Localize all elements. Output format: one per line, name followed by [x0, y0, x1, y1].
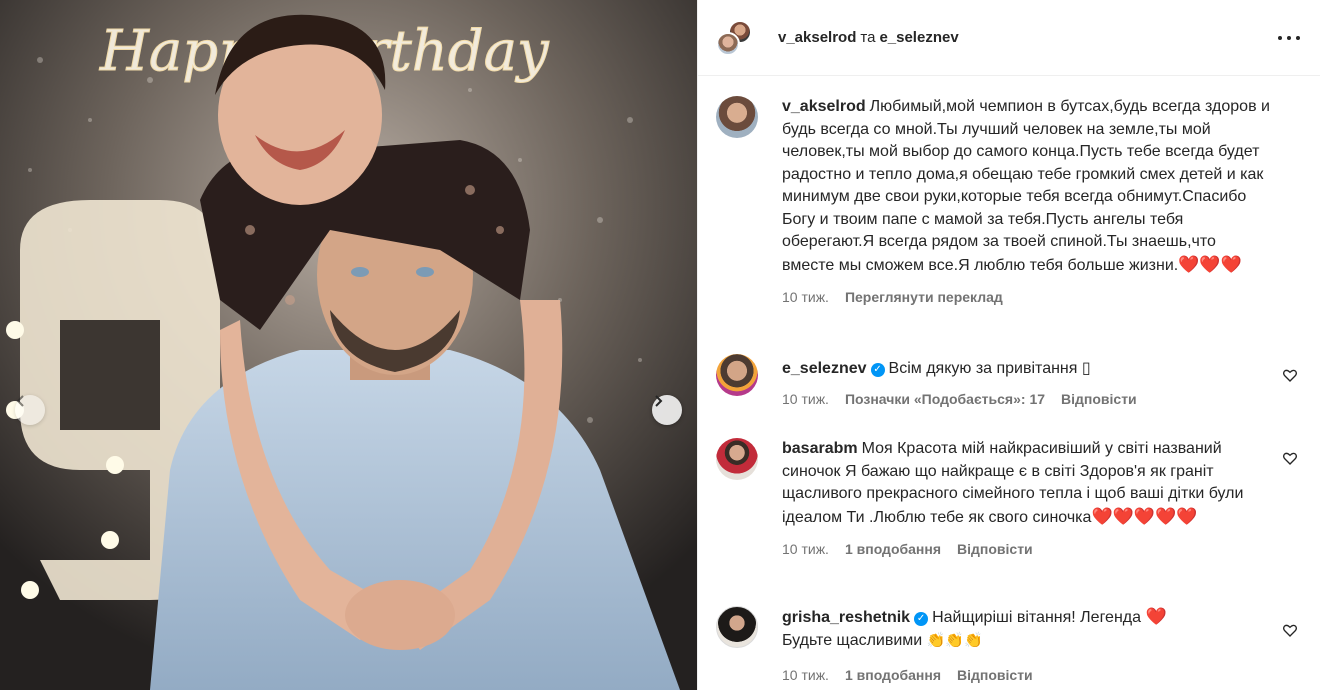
- post-authors: v_akselrod та e_seleznev: [778, 29, 959, 46]
- avatar: [716, 31, 740, 56]
- heart-emoji: ❤️: [1145, 607, 1167, 626]
- author-link[interactable]: v_akselrod: [778, 29, 856, 46]
- comment-text: Всім дякую за привітання: [888, 360, 1078, 377]
- comment-username[interactable]: grisha_reshetnik: [782, 609, 910, 626]
- heart-emoji: ❤️❤️❤️❤️❤️: [1091, 506, 1198, 526]
- carousel-prev-button[interactable]: [15, 395, 45, 425]
- comment-item: e_seleznev ✓ Всім дякую за привітання ▯ 10…: [716, 354, 1298, 407]
- heart-outline-icon[interactable]: [1282, 367, 1298, 383]
- chevron-right-icon: [655, 395, 663, 407]
- likes-count[interactable]: Позначки «Подобається»: 17: [845, 391, 1045, 407]
- heart-emoji: ❤️❤️❤️: [1178, 254, 1242, 274]
- reply-button[interactable]: Відповісти: [1061, 391, 1137, 407]
- more-options-icon[interactable]: [1278, 28, 1300, 48]
- avatar[interactable]: [716, 96, 758, 138]
- post-caption: v_akselrod Любимый,мой чемпион в бутсах,б…: [716, 96, 1276, 305]
- post-header: v_akselrod та e_seleznev: [698, 0, 1320, 76]
- emoji-glyph: ▯: [1081, 360, 1091, 377]
- avatar[interactable]: [716, 354, 758, 396]
- comment-text: Будьте щасливими: [782, 631, 923, 649]
- comment-username[interactable]: v_akselrod: [782, 98, 866, 115]
- author-conjunction: та: [860, 29, 876, 46]
- caption-text: Любимый,мой чемпион в бутсах,будь всегда…: [782, 98, 1270, 274]
- author-link[interactable]: e_seleznev: [879, 29, 958, 46]
- clap-emoji: 👏👏👏: [926, 631, 983, 649]
- verified-badge-icon: ✓: [870, 363, 885, 377]
- avatar[interactable]: [716, 606, 758, 648]
- comment-username[interactable]: e_seleznev: [782, 360, 867, 377]
- post-details-panel: v_akselrod та e_seleznev v_akselrod Любимый…: [697, 0, 1320, 690]
- see-translation-link[interactable]: Переглянути переклад: [845, 289, 1003, 305]
- comment-item: grisha_reshetnik ✓ Найщиріші вітання! Леге…: [716, 606, 1298, 683]
- post-photo[interactable]: Happy Birthday: [0, 0, 697, 690]
- photo-illustration: Happy Birthday: [0, 0, 697, 690]
- reply-button[interactable]: Відповісти: [957, 541, 1033, 557]
- comment-item: basarabm Моя Красота мій найкрасивіший у …: [716, 438, 1298, 557]
- heart-outline-icon[interactable]: [1282, 622, 1298, 638]
- comment-text: Найщиріші вітання! Легенда: [932, 609, 1142, 626]
- comment-time[interactable]: 10 тиж.: [782, 541, 829, 557]
- likes-count[interactable]: 1 вподобання: [845, 667, 941, 683]
- chevron-left-icon: [16, 395, 24, 407]
- comment-time[interactable]: 10 тиж.: [782, 391, 829, 407]
- avatar[interactable]: [716, 438, 758, 480]
- verified-badge-icon: ✓: [914, 612, 929, 626]
- comment-username[interactable]: basarabm: [782, 440, 858, 457]
- likes-count[interactable]: 1 вподобання: [845, 541, 941, 557]
- heart-outline-icon[interactable]: [1282, 450, 1298, 466]
- comment-time[interactable]: 10 тиж.: [782, 289, 829, 305]
- reply-button[interactable]: Відповісти: [957, 667, 1033, 683]
- collab-avatars[interactable]: [716, 19, 752, 56]
- comment-time[interactable]: 10 тиж.: [782, 667, 829, 683]
- carousel-next-button[interactable]: [652, 395, 682, 425]
